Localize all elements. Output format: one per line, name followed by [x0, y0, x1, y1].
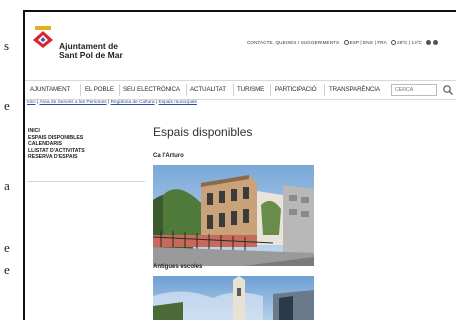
space-title[interactable]: Antigues escoles — [153, 264, 202, 270]
space-photo[interactable] — [153, 165, 314, 266]
nav-divider — [119, 84, 120, 96]
sidebar-item-reserva-espais[interactable]: RESERVA D'ESPAIS — [28, 154, 85, 161]
search-input[interactable] — [391, 84, 437, 96]
space-title[interactable]: Ca l'Arturo — [153, 153, 184, 159]
sidebar-item-calendaris[interactable]: CALENDARIS — [28, 141, 85, 148]
nav-item-turisme[interactable]: TURISME — [237, 86, 264, 93]
search-icon[interactable] — [442, 84, 454, 96]
page-title: Espais disponibles — [153, 125, 253, 139]
language-links[interactable]: ESP | ENG | FRA — [350, 40, 387, 45]
nav-divider — [233, 84, 234, 96]
facebook-icon[interactable] — [426, 40, 432, 45]
social-icon[interactable] — [433, 40, 439, 45]
nav-item-seu-electronica[interactable]: SEU ELECTRÒNICA — [123, 86, 180, 93]
margin-letter: s — [4, 38, 10, 53]
breadcrumb-link[interactable]: Inici — [27, 100, 36, 105]
margin-letter: a — [4, 178, 10, 193]
weather-icon — [390, 40, 396, 45]
nav-item-el-poble[interactable]: EL POBLE — [85, 86, 114, 93]
nav-item-participacio[interactable]: PARTICIPACIÓ — [275, 86, 317, 93]
globe-icon — [343, 40, 349, 45]
margin-letter: e — [4, 262, 10, 277]
margin-letter: e — [4, 98, 10, 113]
nav-item-ajuntament[interactable]: AJUNTAMENT — [30, 86, 70, 93]
sidebar-divider — [27, 181, 145, 182]
sidebar-item-llistat-activitats[interactable]: LLISTAT D'ACTIVITATS — [28, 148, 85, 155]
breadcrumb-link[interactable]: Regidoria de Cultura — [111, 100, 155, 105]
weather-text: 29ºC | 14ºC — [396, 40, 423, 45]
nav-item-actualitat[interactable]: ACTUALITAT — [190, 86, 226, 93]
margin-letter: e — [4, 240, 10, 255]
nav-divider — [80, 84, 81, 96]
contact-link[interactable]: CONTACTE, QUEIXES I SUGGERIMENTS — [247, 40, 339, 45]
nav-divider — [186, 84, 187, 96]
sidebar-item-inici[interactable]: INICI — [28, 128, 85, 135]
nav-divider — [270, 84, 271, 96]
brand-line2: Sant Pol de Mar — [59, 50, 123, 60]
breadcrumb-link[interactable]: Àrea de Serveis a les Persones — [39, 100, 106, 105]
browser-page: Ajuntament de Sant Pol de Mar CONTACTE, … — [23, 10, 456, 320]
municipal-logo[interactable] — [31, 26, 55, 48]
space-photo[interactable] — [153, 276, 314, 320]
brand-name[interactable]: Ajuntament de Sant Pol de Mar — [59, 42, 123, 60]
top-links: CONTACTE, QUEIXES I SUGGERIMENTS ESP | E… — [247, 40, 439, 45]
nav-item-transparencia[interactable]: TRANSPARÈNCIA — [329, 86, 380, 93]
main-nav: AJUNTAMENT EL POBLE SEU ELECTRÒNICA ACTU… — [25, 80, 456, 100]
breadcrumb-link[interactable]: Espais municipals — [159, 100, 197, 105]
nav-divider — [324, 84, 325, 96]
sidebar-item-espais-disponibles[interactable]: ESPAIS DISPONIBLES — [28, 135, 85, 142]
left-margin-text: s e a e e — [0, 0, 23, 320]
sidebar-menu: INICI ESPAIS DISPONIBLES CALENDARIS LLIS… — [28, 128, 85, 161]
breadcrumb: Inici | Àrea de Serveis a les Persones |… — [27, 100, 197, 105]
